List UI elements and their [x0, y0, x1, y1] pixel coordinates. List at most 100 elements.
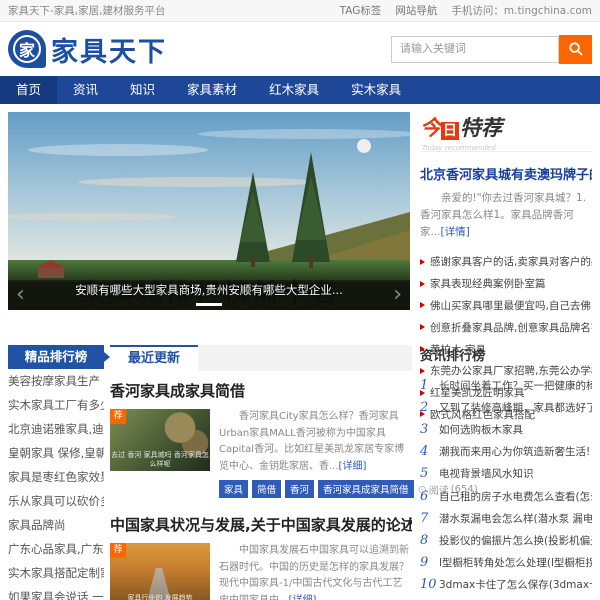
search-button[interactable]	[559, 35, 592, 64]
thumbnail-caption: 家具行业的 发展趋势	[110, 594, 210, 600]
site-logo[interactable]: 家 家具天下	[8, 30, 167, 69]
recent-updates-tabbar: 最近更新	[110, 345, 412, 371]
list-item[interactable]: 如果家具会说话,一些	[8, 585, 104, 600]
article-tag[interactable]: 香河家具成家具简借	[318, 480, 414, 498]
list-item[interactable]: 实木家具工厂有多少	[8, 393, 104, 417]
article-detail-link[interactable]: [详细]	[289, 595, 317, 600]
list-item[interactable]: 广东心品家具,广东家	[8, 537, 104, 561]
article-excerpt: 中国家具发展石中国家具可以追溯到新石器时代。中国的历史是怎样的家具发展？现代中国…	[219, 543, 412, 600]
boutique-rank-panel: 精品排行榜 美容按摩家具生产 实木家具工厂有多少 北京迪诺雅家具,迪诺 皇朝家具…	[8, 345, 104, 600]
nav-item-materials[interactable]: 家具素材	[171, 76, 253, 104]
article-tag[interactable]: 香河	[285, 480, 314, 498]
list-item[interactable]: 6自己租的房子水电费怎么查看(怎么查租的房	[420, 485, 592, 507]
page: 家具天下-家具,家居,建材服务平台 TAG标签 网站导航 手机访问：m.ting…	[0, 0, 600, 600]
recommend-badge: 荐	[110, 543, 126, 558]
today-logo-english: Today recommended	[422, 144, 496, 152]
boutique-rank-header[interactable]: 精品排行榜	[8, 345, 104, 369]
today-logo-part3: 特荐	[460, 112, 502, 142]
recent-updates-section: 最近更新 香河家具成家具简借 荐 去过 香河 家具城吗 香河家具怎么样呢 香河家…	[110, 345, 412, 600]
rank-number: 5	[420, 466, 433, 481]
article-thumbnail[interactable]: 荐 家具行业的 发展趋势	[110, 543, 210, 600]
list-item[interactable]: 皇朝家具 保修,皇朝怡	[8, 441, 104, 465]
article-detail-link[interactable]: [详细]	[339, 461, 367, 472]
article-item: 中国家具状况与发展,关于中国家具发展的论述 荐 家具行业的 发展趋势 中国家具发…	[110, 514, 412, 600]
rank-number: 3	[420, 422, 433, 437]
rank-number: 1	[420, 378, 433, 393]
list-item[interactable]: 北京迪诺雅家具,迪诺	[8, 417, 104, 441]
today-logo-part2: 日	[441, 122, 459, 140]
nav-item-redwood[interactable]: 红木家具	[253, 76, 335, 104]
article-title[interactable]: 中国家具状况与发展,关于中国家具发展的论述	[110, 514, 412, 535]
tag-link[interactable]: TAG标签	[340, 3, 382, 18]
today-headline[interactable]: 北京香河家具城有卖澳玛牌子的吗	[420, 164, 592, 183]
list-item[interactable]: 实木家具搭配定制家	[8, 561, 104, 585]
list-item[interactable]: 家具表现经典案例卧室篇	[420, 273, 592, 295]
slider-next-arrow-icon[interactable]: ›	[393, 282, 402, 308]
rank-number: 9	[420, 555, 433, 570]
article-tag[interactable]: 简借	[252, 480, 281, 498]
search-icon	[568, 41, 584, 57]
list-item-label: 3dmax卡住了怎么保存(3dmax卡住了怎么	[439, 577, 592, 592]
news-rank-panel: 资讯排行榜 1长时间坐着工作？买一把健康的椅子。 2又到了装修高峰期，家具都选好…	[420, 345, 592, 600]
list-item-label: 潮我而来用心为你筑造新奢生活!	[439, 444, 590, 459]
arrow-bullet-icon	[420, 302, 425, 308]
top-utility-bar: 家具天下-家具,家居,建材服务平台 TAG标签 网站导航 手机访问：m.ting…	[0, 0, 600, 22]
article-title[interactable]: 香河家具成家具简借	[110, 380, 412, 401]
logo-character: 家	[13, 35, 41, 63]
search-input[interactable]	[391, 36, 559, 63]
list-item-label: l型橱柜转角处怎么处理(l型橱柜拐角怎么处	[439, 555, 592, 570]
site-name: 家具天下	[51, 30, 167, 69]
list-item[interactable]: 乐从家具可以砍价多	[8, 489, 104, 513]
slider-caption[interactable]: 安顺有哪些大型家具商场,贵州安顺有哪些大型企业...	[8, 282, 410, 298]
mobile-access-label[interactable]: 手机访问：m.tingchina.com	[451, 3, 592, 18]
article-excerpt: 香河家具City家具怎么样？香河家具Urban家具MALL香河被称为中国家具Ca…	[219, 409, 412, 475]
list-item[interactable]: 9 l型橱柜转角处怎么处理(l型橱柜拐角怎么处	[420, 552, 592, 574]
today-recommended-logo: 今 日 特荐 Today recommended	[420, 112, 592, 152]
list-item[interactable]: 感谢家具客户的话,卖家具对客户的感谢	[420, 251, 592, 273]
rank-number: 8	[420, 533, 433, 548]
rank-number: 7	[420, 511, 433, 526]
article-thumbnail[interactable]: 荐 去过 香河 家具城吗 香河家具怎么样呢	[110, 409, 210, 471]
list-item[interactable]: 4潮我而来用心为你筑造新奢生活!	[420, 441, 592, 463]
article-excerpt-text: 中国家具发展石中国家具可以追溯到新石器时代。中国的历史是怎样的家具发展？现代中国…	[219, 545, 409, 600]
list-item-label: 创意折叠家具品牌,创意家具品牌名字大	[430, 320, 592, 335]
tab-recent-updates[interactable]: 最近更新	[110, 345, 198, 371]
today-excerpt: 亲爱的!"你去过香河家具城？1.香河家具怎么样1。家具品牌香河家...[详情]	[420, 190, 592, 241]
today-detail-link[interactable]: [详情]	[441, 226, 470, 238]
list-item[interactable]: 5电视背景墙风水知识	[420, 463, 592, 485]
list-item[interactable]: 家具品牌尚	[8, 513, 104, 537]
article-tag[interactable]: 家具	[219, 480, 248, 498]
article-item: 香河家具成家具简借 荐 去过 香河 家具城吗 香河家具怎么样呢 香河家具City…	[110, 380, 412, 498]
sitemap-link[interactable]: 网站导航	[395, 3, 437, 18]
nav-item-solidwood[interactable]: 实木家具	[335, 76, 417, 104]
nav-item-home[interactable]: 首页	[0, 76, 57, 104]
list-item[interactable]: 创意折叠家具品牌,创意家具品牌名字大	[420, 316, 592, 338]
main-nav: 首页 资讯 知识 家具素材 红木家具 实木家具	[0, 76, 600, 104]
list-item-label: 长时间坐着工作？买一把健康的椅子。	[439, 378, 592, 393]
list-item[interactable]: 2又到了装修高峰期，家具都选好了吗？	[420, 396, 592, 418]
list-item-label: 如何选购板木家具	[439, 422, 523, 437]
arrow-bullet-icon	[420, 324, 425, 330]
list-item-label: 潜水泵漏电会怎么样(潜水泵 漏电)	[439, 511, 592, 526]
thumbnail-caption: 去过 香河 家具城吗 香河家具怎么样呢	[110, 451, 210, 469]
arrow-bullet-icon	[420, 259, 425, 265]
recommend-badge: 荐	[110, 409, 126, 424]
article-excerpt-text: 香河家具City家具怎么样？香河家具Urban家具MALL香河被称为中国家具Ca…	[219, 411, 404, 472]
list-item[interactable]: 佛山买家具哪里最便宜吗,自己去佛山买	[420, 295, 592, 317]
news-rank-list: 1 长时间坐着工作？买一把健康的椅子。 2又到了装修高峰期，家具都选好了吗？ 3如…	[420, 374, 592, 596]
list-item[interactable]: 美容按摩家具生产	[8, 369, 104, 393]
slider-prev-arrow-icon[interactable]: ‹	[16, 282, 25, 308]
nav-item-news[interactable]: 资讯	[57, 76, 114, 104]
list-item[interactable]: 家具是枣红色家效果图	[8, 465, 104, 489]
site-header: 家 家具天下	[0, 22, 600, 76]
list-item[interactable]: 10 3dmax卡住了怎么保存(3dmax卡住了怎么	[420, 574, 592, 596]
list-item[interactable]: 7 潜水泵漏电会怎么样(潜水泵 漏电)	[420, 507, 592, 529]
slider-indicator[interactable]	[196, 303, 222, 306]
list-item[interactable]: 3 如何选购板木家具	[420, 418, 592, 440]
list-item[interactable]: 8投影仪的偏振片怎么换(投影机偏光片更换图	[420, 529, 592, 551]
arrow-bullet-icon	[420, 281, 425, 287]
rank-number: 10	[420, 577, 433, 592]
list-item[interactable]: 1 长时间坐着工作？买一把健康的椅子。	[420, 374, 592, 396]
nav-item-knowledge[interactable]: 知识	[114, 76, 171, 104]
hero-slider[interactable]: 家具城排行榜前十名 安顺有哪些大型家具商场,贵州安顺有哪些大型企业... ‹ ›	[8, 112, 410, 310]
